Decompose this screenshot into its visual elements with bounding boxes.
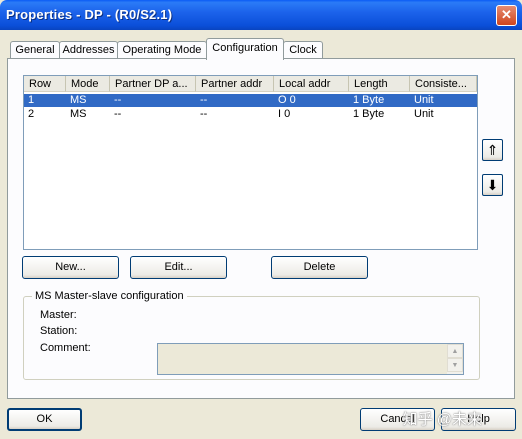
- cell-consistency: Unit: [414, 108, 434, 120]
- tab-operating-mode[interactable]: Operating Mode: [117, 41, 207, 59]
- move-up-button[interactable]: ⇑: [482, 139, 503, 161]
- scroll-down-icon[interactable]: ▼: [447, 358, 463, 372]
- station-label: Station:: [40, 325, 78, 337]
- delete-button[interactable]: Delete: [271, 256, 368, 279]
- tab-label: Clock: [289, 44, 317, 56]
- cell-row: 1: [28, 94, 35, 106]
- cell-partner-addr: --: [200, 108, 208, 120]
- cell-mode: MS: [70, 108, 87, 120]
- tab-general[interactable]: General: [10, 41, 60, 59]
- tab-label: Operating Mode: [122, 44, 202, 56]
- arrow-up-icon: ⇑: [486, 142, 499, 158]
- group-legend: MS Master-slave configuration: [32, 289, 187, 303]
- tab-label: Addresses: [62, 44, 115, 56]
- cell-partner-addr: --: [200, 94, 208, 106]
- comment-label: Comment:: [40, 342, 91, 354]
- tab-configuration[interactable]: Configuration: [206, 38, 284, 60]
- table-header: Row Mode Partner DP a... Partner addr Lo…: [24, 76, 477, 93]
- cell-local-addr: O 0: [278, 94, 296, 106]
- cell-mode: MS: [70, 94, 87, 106]
- master-label: Master:: [40, 309, 77, 321]
- cell-local-addr: I 0: [278, 108, 291, 120]
- cell-partner-dp: --: [114, 94, 122, 106]
- column-header-partner-dp[interactable]: Partner DP a...: [110, 76, 196, 92]
- title-bar[interactable]: Properties - DP - (R0/S2.1) ✕: [0, 0, 522, 30]
- tab-label: Configuration: [212, 42, 278, 54]
- configuration-table[interactable]: Row Mode Partner DP a... Partner addr Lo…: [23, 75, 478, 250]
- column-header-consistency[interactable]: Consiste...: [410, 76, 477, 92]
- tab-label: General: [15, 44, 55, 56]
- watermark-text: 知乎 @未来: [402, 411, 482, 428]
- table-row[interactable]: 2 MS -- -- I 0 1 Byte Unit: [24, 108, 477, 121]
- cell-length: 1 Byte: [353, 94, 385, 106]
- cell-partner-dp: --: [114, 108, 122, 120]
- column-header-mode[interactable]: Mode: [66, 76, 110, 92]
- column-header-row[interactable]: Row: [24, 76, 66, 92]
- comment-field[interactable]: ▲ ▼: [157, 343, 464, 375]
- move-down-button[interactable]: ⬇: [482, 174, 503, 196]
- column-header-partner-addr[interactable]: Partner addr: [196, 76, 274, 92]
- cell-consistency: Unit: [414, 94, 434, 106]
- close-button[interactable]: ✕: [496, 5, 517, 26]
- scroll-up-icon[interactable]: ▲: [447, 344, 463, 358]
- close-icon: ✕: [501, 7, 512, 22]
- window-title: Properties - DP - (R0/S2.1): [6, 7, 173, 22]
- arrow-down-icon: ⬇: [486, 177, 499, 193]
- cell-row: 2: [28, 108, 35, 120]
- table-row[interactable]: 1 MS -- -- O 0 1 Byte Unit: [24, 94, 477, 107]
- column-header-local-addr[interactable]: Local addr: [274, 76, 349, 92]
- cell-length: 1 Byte: [353, 108, 385, 120]
- edit-button[interactable]: Edit...: [130, 256, 227, 279]
- comment-scrollbar[interactable]: ▲ ▼: [447, 344, 463, 374]
- new-button[interactable]: New...: [22, 256, 119, 279]
- tab-clock[interactable]: Clock: [283, 41, 323, 59]
- ok-button[interactable]: OK: [7, 408, 82, 431]
- column-header-length[interactable]: Length: [349, 76, 410, 92]
- tab-addresses[interactable]: Addresses: [59, 41, 118, 59]
